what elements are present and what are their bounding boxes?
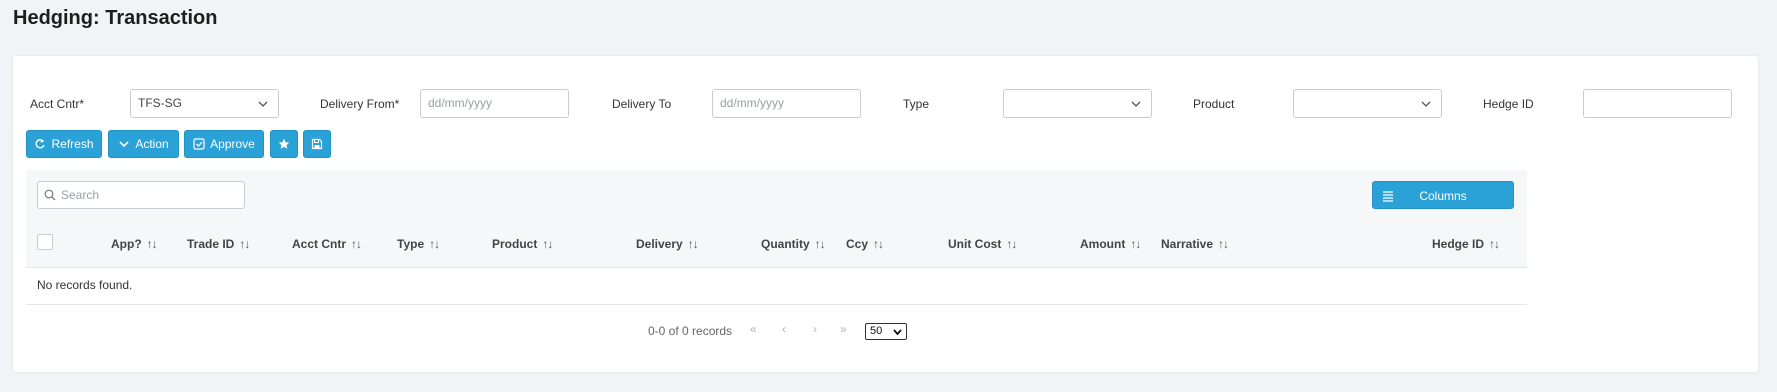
chevron-down-icon — [119, 141, 129, 148]
page-size-select[interactable]: 50 — [865, 323, 907, 340]
delivery-to-input[interactable]: dd/mm/yyyy — [712, 89, 861, 118]
page-size-value: 50 — [870, 325, 883, 337]
column-header-label: Amount — [1080, 237, 1126, 251]
column-header-label: Ccy — [846, 237, 869, 251]
chevron-down-icon — [258, 101, 268, 107]
list-icon — [1383, 191, 1393, 202]
star-icon — [278, 138, 290, 149]
column-header-product[interactable]: Product ↑↓ — [492, 237, 553, 251]
search-placeholder: Search — [61, 188, 100, 202]
column-header-label: Quantity — [761, 237, 810, 251]
type-select[interactable] — [1003, 89, 1152, 118]
acct-cntr-select[interactable]: TFS-SG — [130, 89, 279, 118]
acct-cntr-value: TFS-SG — [138, 96, 182, 110]
sort-icon: ↑↓ — [873, 237, 884, 251]
delivery-to-label: Delivery To — [612, 97, 672, 111]
last-page-icon[interactable]: » — [840, 322, 847, 336]
sort-icon: ↑↓ — [542, 237, 553, 251]
search-input[interactable]: Search — [37, 181, 245, 209]
column-header-label: Type — [397, 237, 425, 251]
refresh-label: Refresh — [51, 137, 94, 151]
column-header-type[interactable]: Type ↑↓ — [397, 237, 440, 251]
chevron-down-icon — [1131, 101, 1141, 107]
sort-icon: ↑↓ — [814, 237, 826, 251]
product-label: Product — [1193, 97, 1235, 111]
divider — [26, 304, 1527, 305]
sort-icon: ↑↓ — [1006, 237, 1017, 251]
column-header-label: Narrative — [1161, 237, 1214, 251]
page-title: Hedging: Transaction — [13, 7, 218, 29]
next-page-icon[interactable]: › — [813, 322, 817, 336]
column-header-hedge-id[interactable]: Hedge ID ↑↓ — [1432, 237, 1500, 251]
sort-icon: ↑↓ — [1130, 237, 1141, 251]
column-header-label: Acct Cntr — [292, 237, 347, 251]
save-button[interactable] — [303, 130, 331, 158]
approve-label: Approve — [210, 137, 255, 151]
product-select[interactable] — [1293, 89, 1442, 118]
save-icon — [311, 138, 323, 150]
empty-message: No records found. — [37, 278, 133, 292]
chevron-down-icon — [893, 329, 902, 336]
column-header-label: Product — [492, 237, 538, 251]
grid-header — [26, 170, 1527, 267]
search-icon — [44, 189, 56, 201]
chevron-down-icon — [1421, 101, 1431, 107]
delivery-from-input[interactable]: dd/mm/yyyy — [420, 89, 569, 118]
column-header-label: Unit Cost — [948, 237, 1002, 251]
prev-page-icon[interactable]: ‹ — [782, 322, 786, 336]
favorite-button[interactable] — [270, 130, 298, 158]
column-header-label: App? — [111, 237, 142, 251]
refresh-icon — [35, 139, 46, 149]
hedge-id-label: Hedge ID — [1483, 97, 1534, 111]
sort-icon: ↑↓ — [1218, 237, 1229, 251]
columns-label: Columns — [1419, 189, 1467, 203]
column-header-ccy[interactable]: Ccy ↑↓ — [846, 237, 884, 251]
action-label: Action — [135, 137, 169, 151]
column-header-label: Delivery — [636, 237, 683, 251]
column-header-amount[interactable]: Amount ↑↓ — [1080, 237, 1141, 251]
first-page-icon[interactable]: « — [750, 322, 757, 336]
select-all-checkbox[interactable] — [37, 234, 53, 250]
pager-summary: 0-0 of 0 records — [648, 324, 733, 338]
column-header-label: Trade ID — [187, 237, 235, 251]
sort-icon: ↑↓ — [687, 237, 699, 251]
sort-icon: ↑↓ — [429, 237, 440, 251]
column-header-quantity[interactable]: Quantity ↑↓ — [761, 237, 826, 251]
sort-icon: ↑↓ — [1489, 237, 1500, 251]
hedge-id-input[interactable] — [1583, 89, 1732, 118]
refresh-button[interactable]: Refresh — [26, 130, 102, 158]
column-header-unit-cost[interactable]: Unit Cost ↑↓ — [948, 237, 1017, 251]
divider — [26, 267, 1527, 268]
sort-icon: ↑↓ — [146, 237, 158, 251]
column-header-label: Hedge ID — [1432, 237, 1485, 251]
delivery-from-label: Delivery From* — [320, 97, 400, 111]
approve-button[interactable]: Approve — [184, 130, 264, 158]
checkbox-icon — [193, 138, 205, 150]
columns-button[interactable]: Columns — [1372, 181, 1514, 209]
action-button[interactable]: Action — [108, 130, 179, 158]
column-header-narrative[interactable]: Narrative ↑↓ — [1161, 237, 1229, 251]
type-label: Type — [903, 97, 930, 111]
column-header-delivery[interactable]: Delivery ↑↓ — [636, 237, 699, 251]
acct-cntr-label: Acct Cntr* — [30, 97, 85, 111]
column-header-app[interactable]: App? ↑↓ — [111, 237, 158, 251]
sort-icon: ↑↓ — [351, 237, 362, 251]
column-header-trade-id[interactable]: Trade ID ↑↓ — [187, 237, 250, 251]
column-header-acct-cntr[interactable]: Acct Cntr ↑↓ — [292, 237, 362, 251]
sort-icon: ↑↓ — [239, 237, 250, 251]
